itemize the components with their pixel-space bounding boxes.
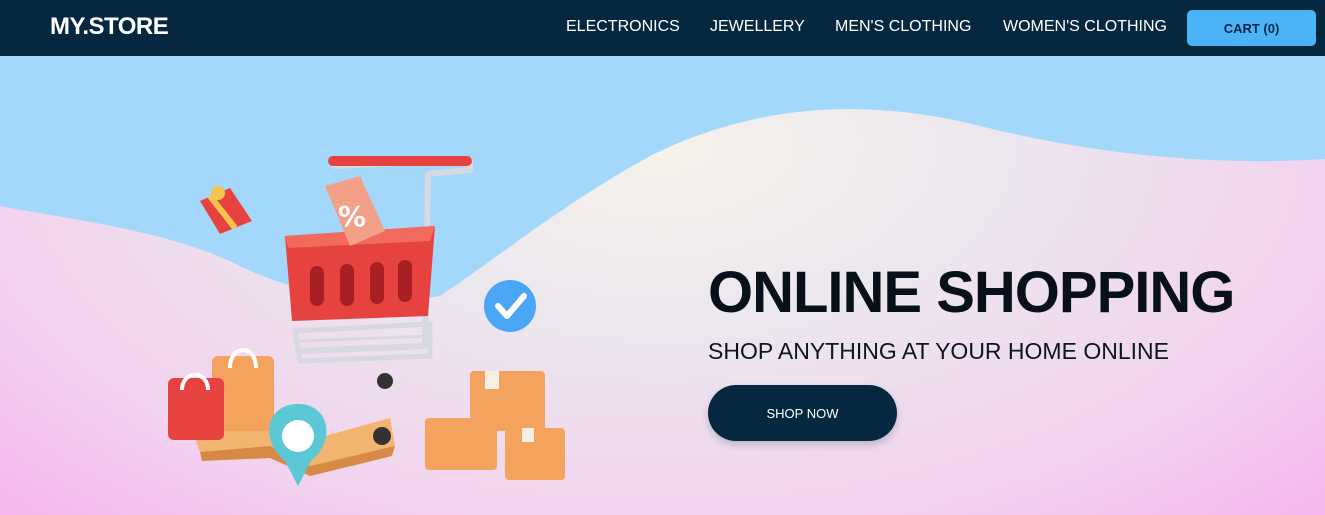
- shopping-cart-icon: [285, 156, 473, 445]
- package-box-icon: [425, 371, 565, 480]
- shopping-illustration: %: [168, 156, 565, 486]
- top-navbar: MY.STORE ELECTRONICS JEWELLERY MEN'S CLO…: [0, 0, 1325, 56]
- cart-button[interactable]: CART (0): [1187, 10, 1316, 46]
- nav-link-electronics[interactable]: ELECTRONICS: [566, 18, 680, 36]
- shop-now-button[interactable]: SHOP NOW: [708, 385, 897, 441]
- checkmark-badge-icon: [484, 280, 536, 332]
- hero-subtitle: SHOP ANYTHING AT YOUR HOME ONLINE: [708, 338, 1169, 364]
- shopping-bag-icon: [168, 348, 274, 440]
- nav-link-jewellery[interactable]: JEWELLERY: [710, 18, 805, 36]
- store-logo[interactable]: MY.STORE: [50, 13, 169, 41]
- nav-link-womens-clothing[interactable]: WOMEN'S CLOTHING: [1003, 18, 1167, 36]
- nav-link-mens-clothing[interactable]: MEN'S CLOTHING: [835, 18, 971, 36]
- svg-text:%: %: [338, 200, 366, 233]
- hero-banner: % ONLINE SHOPPING SHOP ANYTHING AT YOUR …: [0, 56, 1325, 515]
- gift-box-icon: [200, 186, 252, 234]
- hero-title: ONLINE SHOPPING: [708, 260, 1235, 325]
